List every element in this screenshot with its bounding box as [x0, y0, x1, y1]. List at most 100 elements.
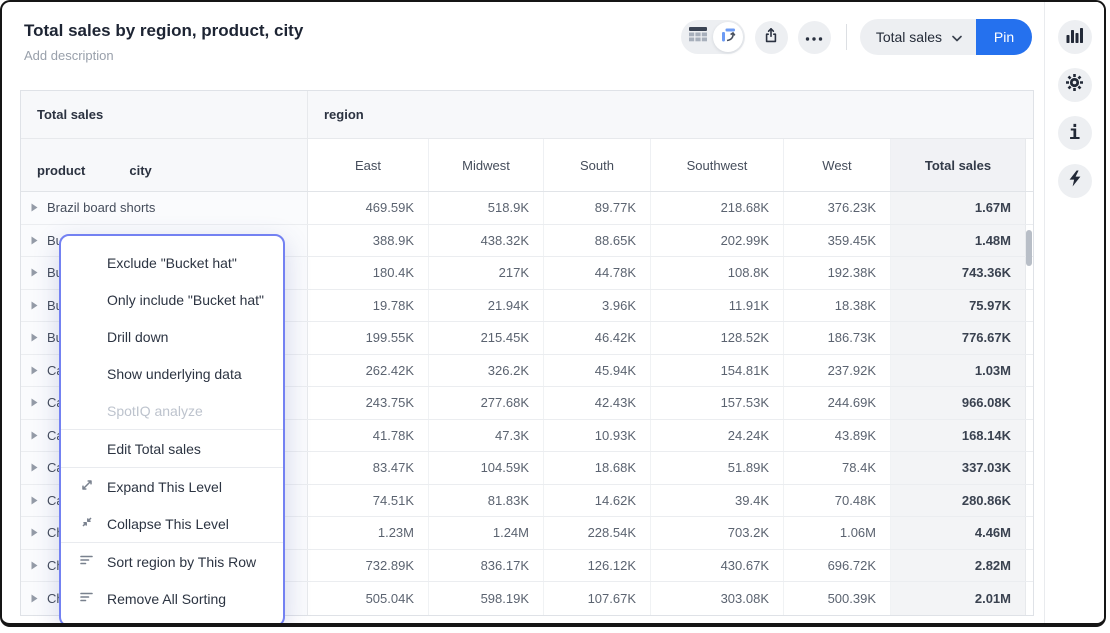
value-cell[interactable]: 1.24M [428, 517, 543, 549]
total-value-cell[interactable]: 75.97K [890, 290, 1025, 322]
value-cell[interactable]: 108.8K [650, 257, 783, 289]
value-cell[interactable]: 51.89K [650, 452, 783, 484]
value-cell[interactable]: 3.96K [543, 290, 650, 322]
value-cell[interactable]: 262.42K [308, 355, 428, 387]
total-value-cell[interactable]: 743.36K [890, 257, 1025, 289]
column-header-midwest[interactable]: Midwest [428, 139, 543, 191]
expand-row-icon[interactable] [31, 363, 38, 378]
menu-item-exclude-bucket-hat[interactable]: Exclude "Bucket hat" [61, 244, 283, 281]
product-header-label[interactable]: product [37, 163, 85, 178]
value-cell[interactable]: 74.51K [308, 485, 428, 517]
value-cell[interactable]: 107.67K [543, 582, 650, 615]
value-cell[interactable]: 732.89K [308, 550, 428, 582]
more-options-button[interactable] [798, 21, 831, 54]
value-cell[interactable]: 128.52K [650, 322, 783, 354]
value-cell[interactable]: 1.06M [783, 517, 890, 549]
value-cell[interactable]: 388.9K [308, 225, 428, 257]
value-cell[interactable]: 836.17K [428, 550, 543, 582]
expand-row-icon[interactable] [31, 493, 38, 508]
total-value-cell[interactable]: 337.03K [890, 452, 1025, 484]
value-cell[interactable]: 303.08K [650, 582, 783, 615]
value-cell[interactable]: 180.4K [308, 257, 428, 289]
expand-row-icon[interactable] [31, 558, 38, 573]
value-cell[interactable]: 126.12K [543, 550, 650, 582]
value-cell[interactable]: 45.94K [543, 355, 650, 387]
city-header-label[interactable]: city [129, 163, 151, 178]
expand-row-icon[interactable] [31, 265, 38, 280]
value-cell[interactable]: 83.47K [308, 452, 428, 484]
value-cell[interactable]: 217K [428, 257, 543, 289]
column-header-total-sales[interactable]: Total sales [890, 139, 1025, 191]
value-cell[interactable]: 696.72K [783, 550, 890, 582]
value-cell[interactable]: 430.67K [650, 550, 783, 582]
spotiq-button[interactable] [1058, 164, 1092, 198]
value-cell[interactable]: 218.68K [650, 192, 783, 224]
menu-item-sort-region-by-this-row[interactable]: Sort region by This Row [61, 543, 283, 580]
value-cell[interactable]: 11.91K [650, 290, 783, 322]
value-cell[interactable]: 518.9K [428, 192, 543, 224]
vertical-scrollbar-thumb[interactable] [1026, 230, 1032, 266]
total-value-cell[interactable]: 2.01M [890, 582, 1025, 615]
value-cell[interactable]: 186.73K [783, 322, 890, 354]
row-dimensions-header-cell[interactable]: product city [21, 139, 308, 191]
expand-row-icon[interactable] [31, 395, 38, 410]
value-cell[interactable]: 104.59K [428, 452, 543, 484]
value-cell[interactable]: 70.48K [783, 485, 890, 517]
value-cell[interactable]: 243.75K [308, 387, 428, 419]
value-cell[interactable]: 46.42K [543, 322, 650, 354]
value-cell[interactable]: 39.4K [650, 485, 783, 517]
value-cell[interactable]: 237.92K [783, 355, 890, 387]
expand-row-icon[interactable] [31, 330, 38, 345]
value-cell[interactable]: 41.78K [308, 420, 428, 452]
expand-row-icon[interactable] [31, 428, 38, 443]
menu-item-only-include-bucket-hat[interactable]: Only include "Bucket hat" [61, 281, 283, 318]
value-cell[interactable]: 192.38K [783, 257, 890, 289]
info-button[interactable]: i [1058, 116, 1092, 150]
menu-item-expand-this-level[interactable]: Expand This Level [61, 468, 283, 505]
table-view-button[interactable] [683, 22, 713, 52]
expand-row-icon[interactable] [31, 298, 38, 313]
menu-item-edit-total-sales[interactable]: Edit Total sales [61, 430, 283, 467]
settings-button[interactable] [1058, 68, 1092, 102]
value-cell[interactable]: 1.23M [308, 517, 428, 549]
value-cell[interactable]: 18.38K [783, 290, 890, 322]
value-cell[interactable]: 199.55K [308, 322, 428, 354]
expand-row-icon[interactable] [31, 591, 38, 606]
column-header-east[interactable]: East [308, 139, 428, 191]
value-cell[interactable]: 326.2K [428, 355, 543, 387]
value-cell[interactable]: 598.19K [428, 582, 543, 615]
value-cell[interactable]: 500.39K [783, 582, 890, 615]
pivot-view-button[interactable] [713, 22, 743, 52]
value-cell[interactable]: 154.81K [650, 355, 783, 387]
value-cell[interactable]: 215.45K [428, 322, 543, 354]
chart-panel-button[interactable] [1058, 20, 1092, 54]
value-cell[interactable]: 88.65K [543, 225, 650, 257]
value-cell[interactable]: 43.89K [783, 420, 890, 452]
expand-row-icon[interactable] [31, 525, 38, 540]
menu-item-drill-down[interactable]: Drill down [61, 318, 283, 355]
value-cell[interactable]: 14.62K [543, 485, 650, 517]
menu-item-show-underlying-data[interactable]: Show underlying data [61, 355, 283, 392]
total-value-cell[interactable]: 1.03M [890, 355, 1025, 387]
measure-header-cell[interactable]: Total sales [21, 91, 308, 138]
value-cell[interactable]: 469.59K [308, 192, 428, 224]
value-cell[interactable]: 78.4K [783, 452, 890, 484]
pin-button[interactable]: Pin [976, 19, 1032, 55]
expand-row-icon[interactable] [31, 200, 38, 215]
total-value-cell[interactable]: 168.14K [890, 420, 1025, 452]
value-cell[interactable]: 376.23K [783, 192, 890, 224]
measure-dropdown[interactable]: Total sales [860, 19, 976, 55]
value-cell[interactable]: 47.3K [428, 420, 543, 452]
total-value-cell[interactable]: 776.67K [890, 322, 1025, 354]
value-cell[interactable]: 89.77K [543, 192, 650, 224]
total-value-cell[interactable]: 966.08K [890, 387, 1025, 419]
column-header-south[interactable]: South [543, 139, 650, 191]
value-cell[interactable]: 19.78K [308, 290, 428, 322]
value-cell[interactable]: 10.93K [543, 420, 650, 452]
expand-row-icon[interactable] [31, 233, 38, 248]
total-value-cell[interactable]: 2.82M [890, 550, 1025, 582]
value-cell[interactable]: 21.94K [428, 290, 543, 322]
value-cell[interactable]: 42.43K [543, 387, 650, 419]
value-cell[interactable]: 18.68K [543, 452, 650, 484]
column-header-southwest[interactable]: Southwest [650, 139, 783, 191]
